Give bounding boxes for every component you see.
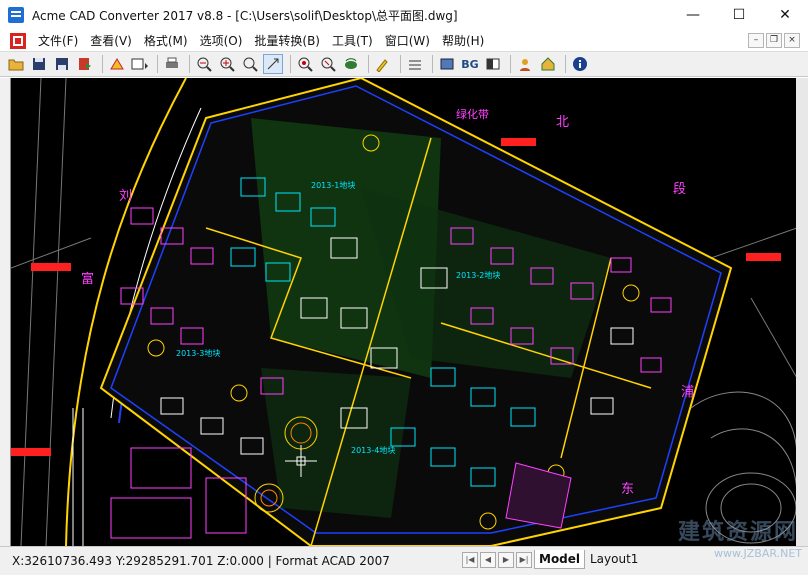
drawing-canvas[interactable]: 绿化带 北 段 浦 东 刘 富 2013-1地块 2013-2地块 2013-3… — [10, 78, 797, 546]
open-icon[interactable] — [6, 54, 26, 74]
plot-label-3: 2013-3地块 — [176, 348, 220, 358]
menu-tools[interactable]: 工具(T) — [326, 32, 379, 49]
prev-layout-button[interactable]: ◀ — [480, 552, 496, 568]
menu-view[interactable]: 查看(V) — [84, 32, 138, 49]
maximize-button[interactable]: ☐ — [716, 0, 762, 30]
tab-model[interactable]: Model — [534, 550, 586, 569]
label-north: 北 — [556, 115, 569, 130]
label-east: 东 — [621, 482, 634, 497]
mdi-minimize-button[interactable]: – — [748, 33, 764, 48]
cad-drawing: 绿化带 北 段 浦 东 刘 富 2013-1地块 2013-2地块 2013-3… — [11, 78, 797, 546]
label-pu: 浦 — [681, 385, 694, 400]
last-layout-button[interactable]: ▶| — [516, 552, 532, 568]
zoom-realtime-icon[interactable] — [263, 54, 283, 74]
mdi-restore-button[interactable]: ❐ — [766, 33, 782, 48]
label-section: 段 — [673, 182, 686, 197]
menu-format[interactable]: 格式(M) — [138, 32, 194, 49]
zoom-extents-icon[interactable] — [295, 54, 315, 74]
home-icon[interactable] — [538, 54, 558, 74]
app-icon — [8, 7, 24, 23]
print-icon[interactable] — [162, 54, 182, 74]
document-icon[interactable] — [10, 32, 26, 49]
label-greenbelt: 绿化带 — [456, 107, 489, 121]
title-bar: Acme CAD Converter 2017 v8.8 - [C:\Users… — [0, 0, 808, 31]
convert-icon[interactable] — [75, 54, 95, 74]
zoom-previous-icon[interactable] — [318, 54, 338, 74]
window-title: Acme CAD Converter 2017 v8.8 - [C:\Users… — [32, 8, 458, 23]
layout-navigation: |◀ ◀ ▶ ▶| — [462, 552, 532, 568]
batch-icon[interactable] — [107, 54, 127, 74]
print-setup-icon[interactable] — [130, 54, 150, 74]
info-icon[interactable] — [570, 54, 590, 74]
tab-layout1[interactable]: Layout1 — [586, 550, 642, 568]
label-fu: 富 — [81, 271, 94, 287]
toolbar-separator — [400, 55, 401, 73]
next-layout-button[interactable]: ▶ — [498, 552, 514, 568]
watermark-url: www.JZBAR.NET — [714, 547, 802, 560]
menu-window[interactable]: 窗口(W) — [379, 32, 436, 49]
menu-batch-convert[interactable]: 批量转换(B) — [248, 32, 326, 49]
layers-icon[interactable] — [405, 54, 425, 74]
toolbar-separator — [189, 55, 190, 73]
bg-label: BG — [461, 57, 479, 71]
coordinates-readout: X:32610736.493 Y:29285291.701 Z:0.000 | … — [12, 554, 390, 568]
menu-help[interactable]: 帮助(H) — [436, 32, 490, 49]
toolbar-separator — [432, 55, 433, 73]
close-button[interactable]: ✕ — [762, 0, 808, 30]
user-icon[interactable] — [515, 54, 535, 74]
toolbar: BG — [0, 51, 808, 77]
pan-icon[interactable] — [341, 54, 361, 74]
watermark-text: 建筑资源网 — [677, 520, 798, 545]
first-layout-button[interactable]: |◀ — [462, 552, 478, 568]
toolbar-separator — [102, 55, 103, 73]
plot-label-2: 2013-2地块 — [456, 270, 500, 280]
zoom-window-icon[interactable] — [240, 54, 260, 74]
menu-bar: 文件(F) 查看(V) 格式(M) 选项(O) 批量转换(B) 工具(T) 窗口… — [0, 30, 808, 51]
save-icon[interactable] — [29, 54, 49, 74]
plot-label-4: 2013-4地块 — [351, 445, 395, 455]
left-frame — [0, 78, 10, 546]
display-icon[interactable] — [437, 54, 457, 74]
save-as-icon[interactable] — [52, 54, 72, 74]
markup-icon[interactable] — [373, 54, 393, 74]
toolbar-separator — [157, 55, 158, 73]
zoom-in-icon[interactable] — [217, 54, 237, 74]
black-white-icon[interactable] — [483, 54, 503, 74]
label-liu: 刘 — [119, 189, 132, 204]
menu-file[interactable]: 文件(F) — [32, 32, 84, 49]
toolbar-separator — [290, 55, 291, 73]
toolbar-separator — [565, 55, 566, 73]
minimize-button[interactable]: — — [670, 0, 716, 30]
plot-label-1: 2013-1地块 — [311, 180, 355, 190]
vertical-scrollbar[interactable] — [796, 78, 808, 546]
mdi-close-button[interactable]: × — [784, 33, 800, 48]
toolbar-separator — [368, 55, 369, 73]
menu-options[interactable]: 选项(O) — [194, 32, 249, 49]
zoom-out-icon[interactable] — [194, 54, 214, 74]
status-bar: X:32610736.493 Y:29285291.701 Z:0.000 | … — [0, 546, 808, 575]
background-color-button[interactable]: BG — [460, 54, 480, 74]
toolbar-separator — [510, 55, 511, 73]
